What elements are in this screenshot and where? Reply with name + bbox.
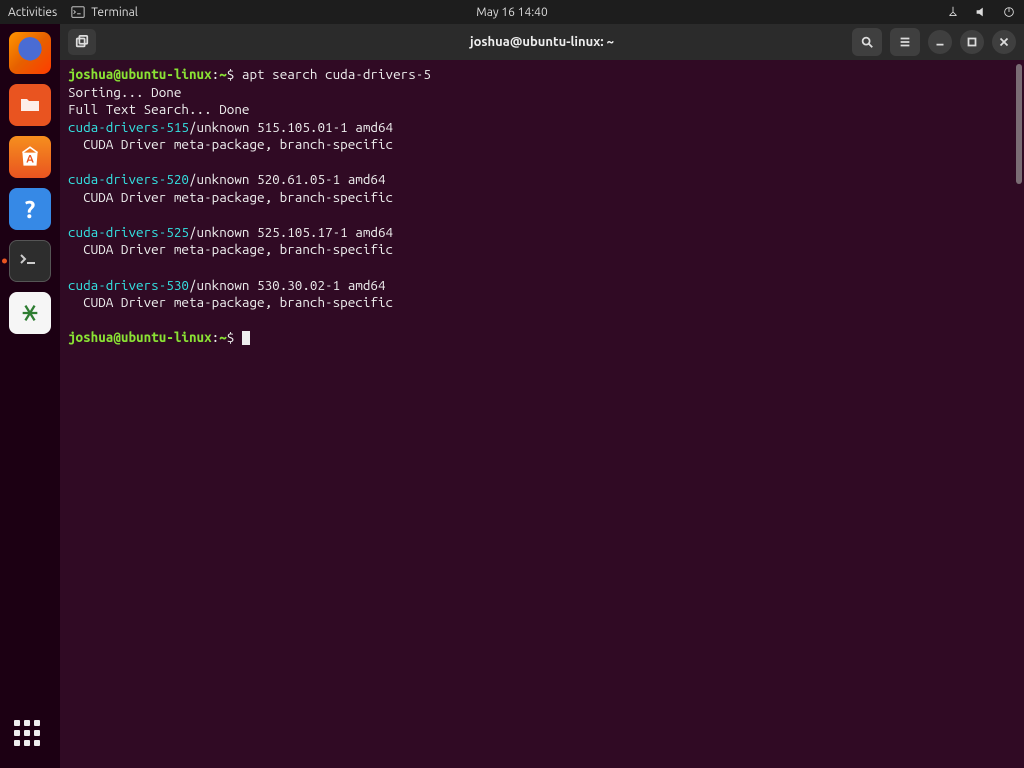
pkg-line: cuda-drivers-530/unknown 530.30.02-1 amd… <box>68 277 1016 295</box>
window-title: joshua@ubuntu-linux: ~ <box>470 35 614 49</box>
prompt-line-1: joshua@ubuntu-linux:~$ apt search cuda-d… <box>68 66 1016 84</box>
dock-help[interactable]: ? <box>9 188 51 230</box>
folder-icon <box>18 93 42 117</box>
close-button[interactable] <box>992 30 1016 54</box>
question-icon: ? <box>25 196 36 223</box>
scrollbar-thumb[interactable] <box>1016 64 1022 184</box>
gnome-topbar: Activities Terminal May 16 14:40 <box>0 0 1024 24</box>
pkg-desc: CUDA Driver meta-package, branch-specifi… <box>68 294 1016 312</box>
close-icon <box>997 35 1011 49</box>
output-fulltext: Full Text Search... Done <box>68 101 1016 119</box>
pkg-line: cuda-drivers-525/unknown 525.105.17-1 am… <box>68 224 1016 242</box>
prompt-user-host: joshua@ubuntu-linux <box>68 66 212 82</box>
pkg-desc: CUDA Driver meta-package, branch-specifi… <box>68 189 1016 207</box>
dock-trash[interactable] <box>9 292 51 334</box>
output-sorting: Sorting... Done <box>68 84 1016 102</box>
dock-firefox[interactable] <box>9 32 51 74</box>
prompt-line-2: joshua@ubuntu-linux:~$ <box>68 329 1016 347</box>
recycle-icon <box>19 302 41 324</box>
pkg-line: cuda-drivers-520/unknown 520.61.05-1 amd… <box>68 171 1016 189</box>
power-icon[interactable] <box>1002 5 1016 19</box>
dock-files[interactable] <box>9 84 51 126</box>
clock[interactable]: May 16 14:40 <box>476 6 547 19</box>
dock: A ? <box>0 24 60 768</box>
shopping-bag-icon: A <box>17 144 43 170</box>
hamburger-icon <box>898 35 912 49</box>
show-applications-button[interactable] <box>14 720 46 752</box>
cursor <box>242 331 250 345</box>
search-button[interactable] <box>852 28 882 56</box>
network-icon[interactable] <box>946 5 960 19</box>
terminal-small-icon <box>71 5 85 19</box>
menu-button[interactable] <box>890 28 920 56</box>
maximize-button[interactable] <box>960 30 984 54</box>
terminal-body[interactable]: joshua@ubuntu-linux:~$ apt search cuda-d… <box>60 60 1024 768</box>
active-app-label: Terminal <box>91 6 138 19</box>
new-tab-icon <box>75 35 89 49</box>
pkg-line: cuda-drivers-515/unknown 515.105.01-1 am… <box>68 119 1016 137</box>
minimize-icon <box>933 35 947 49</box>
maximize-icon <box>965 35 979 49</box>
dock-software[interactable]: A <box>9 136 51 178</box>
command-text: apt search cuda-drivers-5 <box>242 66 431 82</box>
activities-button[interactable]: Activities <box>8 6 57 19</box>
new-tab-button[interactable] <box>68 29 96 55</box>
search-icon <box>860 35 874 49</box>
minimize-button[interactable] <box>928 30 952 54</box>
active-app-indicator[interactable]: Terminal <box>71 5 138 19</box>
terminal-window: joshua@ubuntu-linux: ~ joshua@ubuntu-lin… <box>60 24 1024 768</box>
dock-terminal[interactable] <box>9 240 51 282</box>
terminal-icon <box>18 251 42 271</box>
volume-icon[interactable] <box>974 5 988 19</box>
pkg-desc: CUDA Driver meta-package, branch-specifi… <box>68 241 1016 259</box>
pkg-desc: CUDA Driver meta-package, branch-specifi… <box>68 136 1016 154</box>
svg-text:A: A <box>26 153 34 165</box>
titlebar: joshua@ubuntu-linux: ~ <box>60 24 1024 60</box>
